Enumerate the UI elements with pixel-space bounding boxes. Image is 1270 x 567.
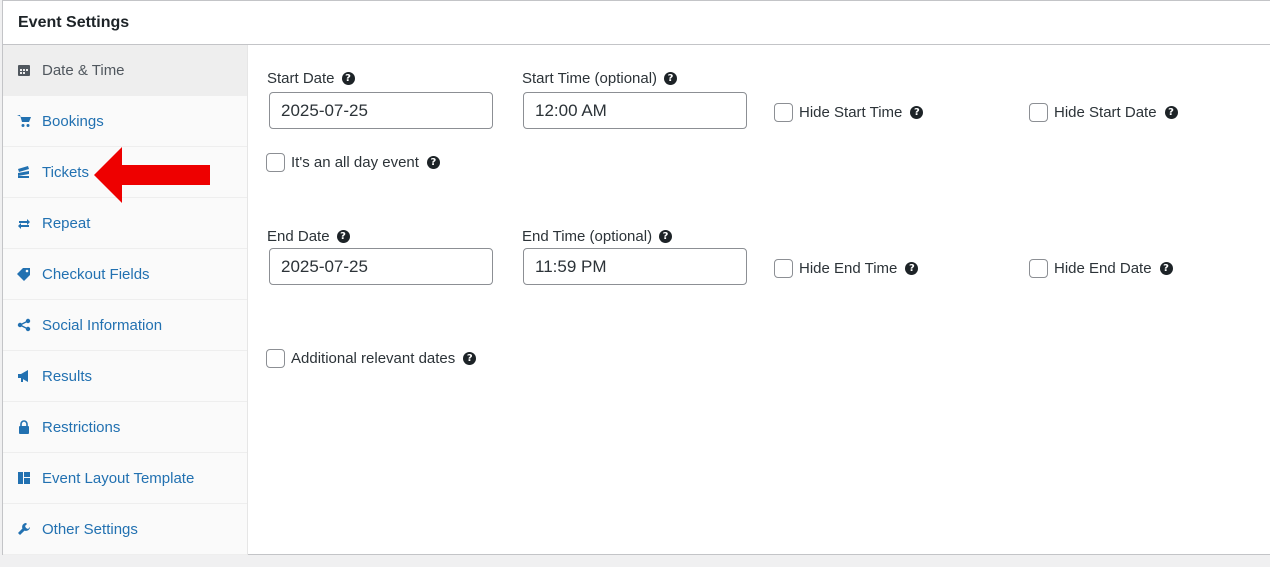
hide-start-time-label: Hide Start Time [799, 104, 903, 121]
checkbox-box[interactable] [1029, 259, 1048, 278]
checkbox-box[interactable] [774, 103, 793, 122]
event-settings-panel: Event Settings Date & Time Bookings Tick… [2, 0, 1270, 555]
help-icon[interactable]: ? [905, 262, 919, 275]
end-date-input[interactable] [269, 248, 493, 285]
sidebar-item-social-information[interactable]: Social Information [3, 300, 247, 351]
end-date-label-text: End Date [267, 228, 330, 245]
start-time-input[interactable] [523, 92, 747, 129]
sidebar-item-label: Bookings [42, 112, 104, 130]
panel-title: Event Settings [18, 13, 130, 31]
tickets-icon [15, 163, 33, 181]
sidebar-item-event-layout-template[interactable]: Event Layout Template [3, 453, 247, 504]
hide-end-date-checkbox[interactable]: Hide End Date ? [1029, 259, 1173, 278]
repeat-icon [15, 214, 33, 232]
help-icon[interactable]: ? [463, 352, 477, 365]
start-date-label: Start Date ? [267, 70, 355, 87]
hide-end-date-label: Hide End Date [1054, 260, 1152, 277]
tag-icon [15, 265, 33, 283]
additional-relevant-dates-label: Additional relevant dates [291, 350, 456, 367]
settings-sidebar: Date & Time Bookings Tickets Repeat Chec… [3, 45, 248, 555]
sidebar-item-label: Restrictions [42, 418, 121, 436]
end-date-label: End Date ? [267, 228, 350, 245]
end-time-label: End Time (optional) ? [522, 228, 673, 245]
cart-icon [15, 112, 33, 130]
help-icon[interactable]: ? [659, 230, 673, 243]
help-icon[interactable]: ? [336, 230, 350, 243]
all-day-event-label: It's an all day event [291, 154, 419, 171]
hide-end-time-label: Hide End Time [799, 260, 898, 277]
checkbox-box[interactable] [266, 349, 285, 368]
sidebar-item-label: Checkout Fields [42, 265, 150, 283]
sidebar-item-label: Tickets [42, 163, 89, 181]
help-icon[interactable]: ? [341, 72, 355, 85]
lock-icon [15, 418, 33, 436]
checkbox-box[interactable] [774, 259, 793, 278]
hide-start-date-label: Hide Start Date [1054, 104, 1157, 121]
end-time-input[interactable] [523, 248, 747, 285]
hide-end-time-checkbox[interactable]: Hide End Time ? [774, 259, 919, 278]
sidebar-item-restrictions[interactable]: Restrictions [3, 402, 247, 453]
hide-start-time-checkbox[interactable]: Hide Start Time ? [774, 103, 924, 122]
all-day-event-checkbox[interactable]: It's an all day event ? [266, 153, 440, 172]
sidebar-item-label: Event Layout Template [42, 469, 195, 487]
wrench-icon [15, 520, 33, 538]
help-icon[interactable]: ? [910, 106, 924, 119]
checkbox-box[interactable] [266, 153, 285, 172]
date-time-content: Start Date ? Start Time (optional) ? Hid… [249, 45, 1270, 555]
end-time-label-text: End Time (optional) [522, 228, 653, 245]
sidebar-item-label: Results [42, 367, 93, 385]
sidebar-item-results[interactable]: Results [3, 351, 247, 402]
sidebar-item-checkout-fields[interactable]: Checkout Fields [3, 249, 247, 300]
annotation-arrow [94, 147, 210, 203]
sidebar-item-date-time[interactable]: Date & Time [3, 45, 247, 96]
sidebar-item-label: Social Information [42, 316, 163, 334]
hide-start-date-checkbox[interactable]: Hide Start Date ? [1029, 103, 1178, 122]
help-icon[interactable]: ? [1159, 262, 1173, 275]
sidebar-item-label: Repeat [42, 214, 91, 232]
calendar-icon [15, 61, 33, 79]
sidebar-item-repeat[interactable]: Repeat [3, 198, 247, 249]
layout-icon [15, 469, 33, 487]
additional-relevant-dates-checkbox[interactable]: Additional relevant dates ? [266, 349, 477, 368]
help-icon[interactable]: ? [664, 72, 678, 85]
share-icon [15, 316, 33, 334]
panel-header: Event Settings [3, 1, 1270, 45]
help-icon[interactable]: ? [1164, 106, 1178, 119]
sidebar-item-other-settings[interactable]: Other Settings [3, 504, 247, 555]
start-date-input[interactable] [269, 92, 493, 129]
sidebar-item-label: Date & Time [42, 61, 125, 79]
sidebar-item-label: Other Settings [42, 520, 138, 538]
start-date-label-text: Start Date [267, 70, 335, 87]
megaphone-icon [15, 367, 33, 385]
start-time-label: Start Time (optional) ? [522, 70, 678, 87]
sidebar-item-bookings[interactable]: Bookings [3, 96, 247, 147]
help-icon[interactable]: ? [426, 156, 440, 169]
start-time-label-text: Start Time (optional) [522, 70, 658, 87]
checkbox-box[interactable] [1029, 103, 1048, 122]
